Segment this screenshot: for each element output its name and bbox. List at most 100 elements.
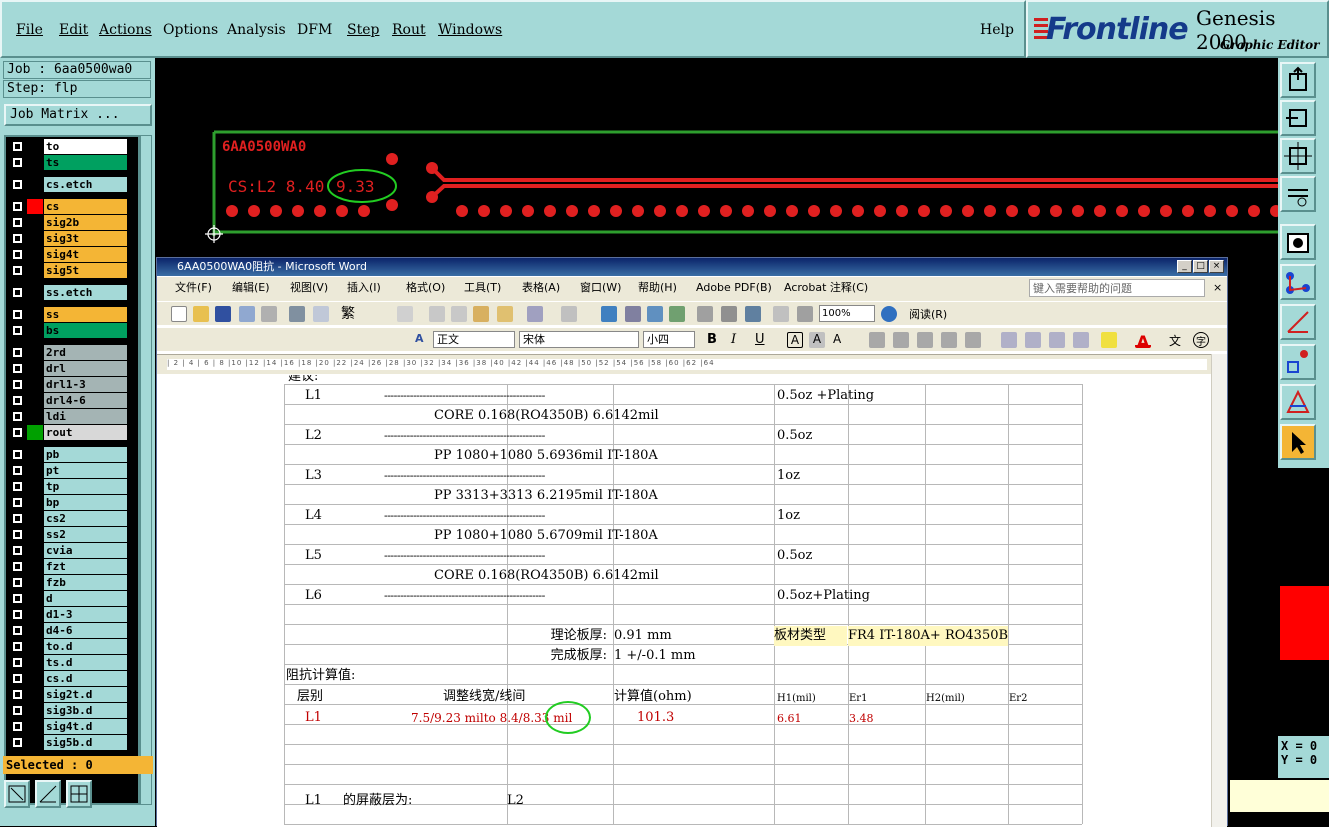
layer-color-swatch[interactable] [27, 361, 43, 376]
print-preview-icon[interactable] [313, 306, 329, 322]
format-painter-icon[interactable] [497, 306, 513, 322]
minimize-button[interactable]: _ [1177, 260, 1192, 273]
permission-icon[interactable] [239, 306, 255, 322]
grid-button[interactable] [66, 780, 92, 808]
layer-checkbox[interactable] [12, 705, 23, 716]
layer-row[interactable]: rout [8, 425, 128, 440]
layer-checkbox[interactable] [12, 411, 23, 422]
layer-checkbox[interactable] [12, 325, 23, 336]
char-shading-icon[interactable]: A [809, 332, 825, 348]
word-help-icon[interactable] [881, 306, 897, 322]
layer-row[interactable]: d [8, 591, 128, 606]
layer-name[interactable]: drl [44, 361, 127, 376]
columns2-icon[interactable] [797, 306, 813, 322]
menu-edit[interactable]: Edit [59, 22, 88, 38]
layer-checkbox[interactable] [12, 309, 23, 320]
open-folder-icon[interactable] [193, 306, 209, 322]
layer-row[interactable]: bs [8, 323, 128, 338]
layer-row[interactable]: pb [8, 447, 128, 462]
menu-options[interactable]: Options [163, 22, 218, 38]
layer-color-swatch[interactable] [27, 247, 43, 262]
document-scrollbar[interactable] [1211, 354, 1227, 827]
layer-name[interactable]: 2rd [44, 345, 127, 360]
layer-row[interactable]: ss2 [8, 527, 128, 542]
layer-color-swatch[interactable] [27, 463, 43, 478]
layer-checkbox[interactable] [12, 465, 23, 476]
layer-row[interactable]: cs.etch [8, 177, 128, 192]
menu-step[interactable]: Step [347, 22, 379, 38]
layer-checkbox[interactable] [12, 179, 23, 190]
layer-checkbox[interactable] [12, 545, 23, 556]
layer-checkbox[interactable] [12, 513, 23, 524]
layer-checkbox[interactable] [12, 657, 23, 668]
word-menu-help[interactable]: 帮助(H) [638, 277, 677, 299]
layer-name[interactable]: sig4t.d [44, 719, 127, 734]
layer-checkbox[interactable] [12, 395, 23, 406]
menu-file[interactable]: File [16, 22, 43, 38]
layer-name[interactable]: ss [44, 307, 127, 322]
restore-button[interactable]: □ [1193, 260, 1208, 273]
layer-name[interactable]: cs2 [44, 511, 127, 526]
layer-name[interactable]: sig4t [44, 247, 127, 262]
align-center-icon[interactable] [893, 332, 909, 348]
layer-row[interactable]: sig5b.d [8, 735, 128, 750]
save-icon[interactable] [215, 306, 231, 322]
menu-rout[interactable]: Rout [392, 22, 426, 38]
layer-color-swatch[interactable] [27, 285, 43, 300]
pcb-canvas[interactable]: 6AA0500WA0 CS:L2 8.40 9.33 [156, 58, 1278, 258]
layer-name[interactable]: pt [44, 463, 127, 478]
hyperlink-icon[interactable] [601, 306, 617, 322]
drawing-icon[interactable] [721, 306, 737, 322]
layer-name[interactable]: bs [44, 323, 127, 338]
help-search-input[interactable]: 键入需要帮助的问题 [1029, 279, 1205, 297]
layer-color-swatch[interactable] [27, 591, 43, 606]
layer-name[interactable]: tp [44, 479, 127, 494]
layer-name[interactable]: ss.etch [44, 285, 127, 300]
layer-name[interactable]: sig2b [44, 215, 127, 230]
layer-name[interactable]: cvia [44, 543, 127, 558]
layer-color-swatch[interactable] [27, 345, 43, 360]
layer-checkbox[interactable] [12, 379, 23, 390]
layer-color-swatch[interactable] [27, 199, 43, 214]
layer-name[interactable]: ss2 [44, 527, 127, 542]
italic-icon[interactable]: I [731, 332, 747, 348]
layer-row[interactable]: cs [8, 199, 128, 214]
layer-color-swatch[interactable] [27, 231, 43, 246]
enclose-char-icon[interactable]: 字 [1193, 332, 1209, 348]
styles-pane-icon[interactable]: A [415, 332, 431, 348]
word-menu-pdf[interactable]: Adobe PDF(B) [696, 277, 772, 299]
traditional-chinese-icon[interactable]: 繁 [341, 306, 365, 322]
display-tool-button[interactable] [1280, 224, 1316, 260]
underline-icon[interactable]: U [755, 332, 771, 348]
menu-windows[interactable]: Windows [438, 22, 502, 38]
layer-name[interactable]: d [44, 591, 127, 606]
layer-checkbox[interactable] [12, 157, 23, 168]
new-icon[interactable] [171, 306, 187, 322]
layer-color-swatch[interactable] [27, 139, 43, 154]
font-color-icon[interactable]: A [1135, 332, 1151, 351]
layer-checkbox[interactable] [12, 609, 23, 620]
layer-name[interactable]: sig5b.d [44, 735, 127, 750]
layer-name[interactable]: to.d [44, 639, 127, 654]
layer-row[interactable]: to.d [8, 639, 128, 654]
layer-row[interactable]: bp [8, 495, 128, 510]
insert-excel-icon[interactable] [669, 306, 685, 322]
layer-color-swatch[interactable] [27, 377, 43, 392]
layer-name[interactable]: cs.d [44, 671, 127, 686]
angle-tool-button[interactable] [1280, 304, 1316, 340]
word-menu-file[interactable]: 文件(F) [175, 277, 212, 299]
layer-color-swatch[interactable] [27, 155, 43, 170]
bold-icon[interactable]: B [707, 332, 723, 348]
layer-row[interactable]: sig4t [8, 247, 128, 262]
layer-row[interactable]: sig5t [8, 263, 128, 278]
read-mode-button[interactable]: 阅读(R) [909, 306, 947, 322]
layer-checkbox[interactable] [12, 721, 23, 732]
paste-icon[interactable] [473, 306, 489, 322]
layer-row[interactable]: sig2b [8, 215, 128, 230]
job-matrix-button[interactable]: Job Matrix ... [4, 104, 152, 126]
layer-checkbox[interactable] [12, 427, 23, 438]
char-scale-icon[interactable]: A [833, 332, 849, 348]
layer-color-swatch[interactable] [27, 215, 43, 230]
layer-color-swatch[interactable] [27, 511, 43, 526]
menu-actions[interactable]: Actions [99, 22, 152, 38]
